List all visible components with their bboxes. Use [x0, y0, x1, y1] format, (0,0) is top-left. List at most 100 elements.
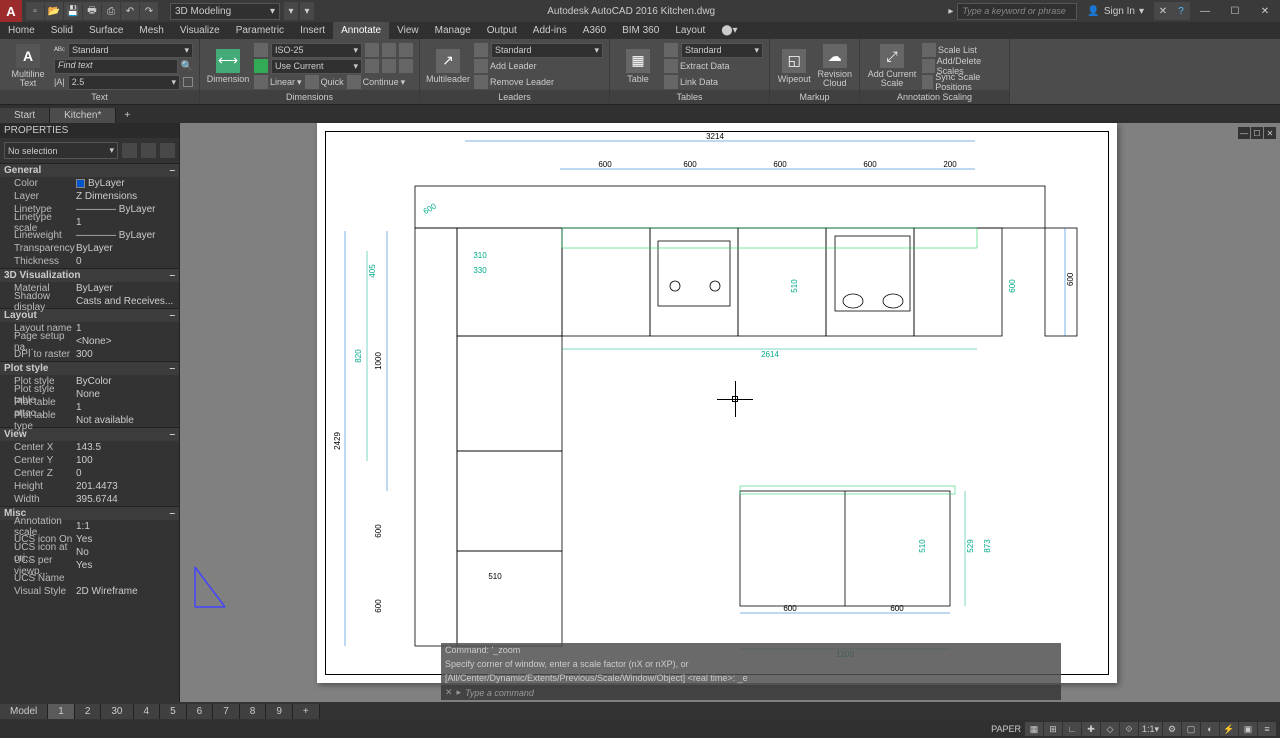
search-input[interactable]: Type a keyword or phrase [957, 3, 1077, 20]
layout-tab-5[interactable]: 5 [160, 704, 187, 719]
tab-a360[interactable]: A360 [575, 22, 614, 39]
sync-scale-button[interactable]: Sync Scale Positions [922, 72, 1003, 92]
add-leader-button[interactable]: Add Leader [474, 59, 537, 73]
qat-save-icon[interactable]: 💾 [64, 2, 82, 20]
dim-5-icon[interactable] [382, 59, 396, 73]
layout-tab-+[interactable]: + [293, 704, 320, 719]
osnap-toggle[interactable]: ◇ [1101, 722, 1119, 736]
prop-row[interactable]: ColorByLayer [0, 177, 179, 190]
tab-layout[interactable]: Layout [667, 22, 713, 39]
layout-tab-8[interactable]: 8 [240, 704, 267, 719]
file-tab-kitchen[interactable]: Kitchen* [50, 108, 116, 123]
scale-display[interactable]: 1:1▾ [1139, 722, 1162, 736]
cmd-expand-icon[interactable]: ▸ [457, 687, 462, 698]
paperspace-label[interactable]: PAPER [988, 722, 1024, 736]
prop-row[interactable]: Annotation scale1:1 [0, 520, 179, 533]
vp-close-icon[interactable]: ✕ [1264, 127, 1276, 139]
selection-dropdown[interactable]: No selection▾ [4, 142, 118, 159]
prop-row[interactable]: TransparencyByLayer [0, 242, 179, 255]
isolate-toggle[interactable]: ◐ [1201, 722, 1219, 736]
vp-max-icon[interactable]: ☐ [1251, 127, 1263, 139]
tab-output[interactable]: Output [479, 22, 525, 39]
prop-row[interactable]: UCS per viewp...Yes [0, 559, 179, 572]
grid-toggle[interactable]: ▦ [1025, 722, 1043, 736]
panel-text-label[interactable]: Text [0, 90, 199, 104]
tab-visualize[interactable]: Visualize [172, 22, 228, 39]
annoscale-toggle[interactable]: ⟐ [1120, 722, 1138, 736]
tab-add-ins[interactable]: Add-ins [525, 22, 575, 39]
multiline-text-button[interactable]: A Multiline Text [6, 42, 50, 90]
minimize-button[interactable]: — [1190, 0, 1220, 22]
table-button[interactable]: ▦ Table [616, 42, 660, 90]
props-tool-3[interactable] [160, 143, 175, 158]
continue-button[interactable]: Continue▾ [347, 75, 406, 89]
scale-list-button[interactable]: Scale List [922, 43, 977, 57]
exchange-icon[interactable]: ✕ [1154, 2, 1172, 20]
prop-row[interactable]: LayerZ Dimensions [0, 190, 179, 203]
dim-layer-dropdown[interactable]: Use Current▾ [271, 59, 362, 74]
polar-toggle[interactable]: ✚ [1082, 722, 1100, 736]
file-tab-start[interactable]: Start [0, 108, 50, 123]
props-tool-1[interactable] [122, 143, 137, 158]
prop-row[interactable]: Center Y100 [0, 454, 179, 467]
layout-tab-Model[interactable]: Model [0, 704, 48, 719]
dim-6-icon[interactable] [399, 59, 413, 73]
qat-open-icon[interactable]: 📂 [45, 2, 63, 20]
tab-overflow[interactable]: ⬤▾ [713, 22, 745, 39]
text-height-dropdown[interactable]: 2.5▾ [68, 75, 180, 90]
dim-4-icon[interactable] [365, 59, 379, 73]
wipeout-button[interactable]: ◱ Wipeout [776, 42, 813, 90]
panel-leaders-label[interactable]: Leaders [420, 90, 609, 104]
prop-row[interactable]: Linetype scale1 [0, 216, 179, 229]
dim-2-icon[interactable] [382, 43, 396, 57]
ws-extra-2[interactable]: ▾ [300, 2, 314, 20]
text-style-dropdown[interactable]: Standard▾ [68, 43, 193, 58]
drawing-canvas[interactable]: — ☐ ✕ 3214 600 600 60 [180, 123, 1280, 702]
prop-cat-3d-visualization[interactable]: 3D Visualization– [0, 268, 179, 282]
mleader-style-dropdown[interactable]: Standard▾ [491, 43, 603, 58]
tab-home[interactable]: Home [0, 22, 43, 39]
props-tool-2[interactable] [141, 143, 156, 158]
ortho-toggle[interactable]: ∟ [1063, 722, 1081, 736]
prop-row[interactable]: Plot table typeNot available [0, 414, 179, 427]
panel-dim-label[interactable]: Dimensions [200, 90, 419, 104]
link-data-button[interactable]: Link Data [664, 75, 718, 89]
clean-screen[interactable]: ▣ [1239, 722, 1257, 736]
help-icon[interactable]: ? [1172, 2, 1190, 20]
command-line[interactable]: Command: '_zoom Specify corner of window… [441, 643, 1061, 700]
customize-status[interactable]: ≡ [1258, 722, 1276, 736]
prop-row[interactable]: Visual Style2D Wireframe [0, 585, 179, 598]
text-check[interactable] [183, 77, 193, 87]
tab-bim-360[interactable]: BIM 360 [614, 22, 667, 39]
layout-tab-30[interactable]: 30 [101, 704, 133, 719]
qat-new-icon[interactable]: ▫ [26, 2, 44, 20]
remove-leader-button[interactable]: Remove Leader [474, 75, 554, 89]
prop-cat-layout[interactable]: Layout– [0, 308, 179, 322]
revcloud-button[interactable]: ☁ Revision Cloud [817, 42, 854, 90]
signin-button[interactable]: 👤 Sign In ▾ [1077, 6, 1154, 17]
annotation-monitor[interactable]: ▢ [1182, 722, 1200, 736]
hardware-accel[interactable]: ⚡ [1220, 722, 1238, 736]
workspace-switch[interactable]: ⚙ [1163, 722, 1181, 736]
extract-data-button[interactable]: Extract Data [664, 59, 730, 73]
prop-cat-view[interactable]: View– [0, 427, 179, 441]
maximize-button[interactable]: ☐ [1220, 0, 1250, 22]
cmd-close-icon[interactable]: ✕ [445, 687, 453, 698]
layout-tab-1[interactable]: 1 [48, 704, 75, 719]
layout-tab-2[interactable]: 2 [75, 704, 102, 719]
prop-cat-general[interactable]: General– [0, 163, 179, 177]
dim-style-dropdown[interactable]: ISO-25▾ [271, 43, 362, 58]
table-style-dropdown[interactable]: Standard▾ [681, 43, 763, 58]
find-text-input[interactable]: Find text [54, 59, 178, 74]
qat-undo-icon[interactable]: ↶ [121, 2, 139, 20]
prop-row[interactable]: Width395.6744 [0, 493, 179, 506]
layout-tab-9[interactable]: 9 [266, 704, 293, 719]
tab-mesh[interactable]: Mesh [131, 22, 171, 39]
file-tab-add[interactable]: + [116, 108, 138, 123]
ws-extra-1[interactable]: ▾ [284, 2, 298, 20]
prop-row[interactable]: Lineweight———— ByLayer [0, 229, 179, 242]
qat-plot-icon[interactable]: ⎙ [102, 2, 120, 20]
tab-insert[interactable]: Insert [292, 22, 333, 39]
layout-tab-6[interactable]: 6 [187, 704, 214, 719]
find-icon[interactable]: 🔍 [181, 61, 193, 72]
